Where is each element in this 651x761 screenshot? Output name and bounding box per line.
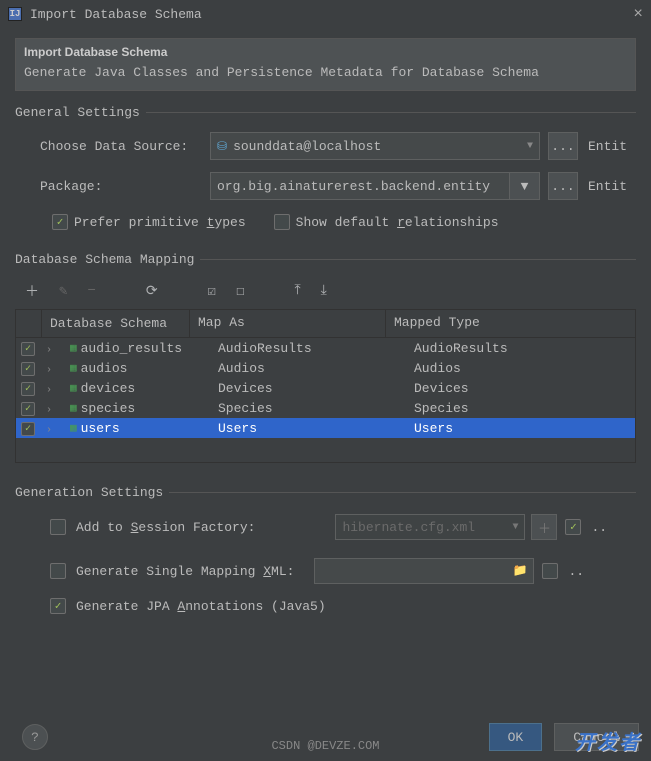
section-general: General Settings [15, 105, 651, 120]
checkbox-icon [274, 214, 290, 230]
expand-icon[interactable]: › [46, 345, 52, 356]
map-as-cell[interactable]: Users [214, 421, 410, 436]
expand-icon[interactable]: › [46, 425, 52, 436]
row-single-xml: Generate Single Mapping XML: 📁 .. [50, 558, 651, 584]
row-checkbox[interactable] [21, 362, 35, 376]
schema-name: users [81, 421, 120, 436]
table-row[interactable]: › ▦ species SpeciesSpecies [16, 398, 635, 418]
package-combo[interactable]: org.big.ainaturerest.backend.entity [210, 172, 510, 200]
title-bar: IJ Import Database Schema × [0, 0, 651, 28]
entity-label-1: Entit [588, 139, 627, 154]
table-row[interactable]: › ▦ audios AudiosAudios [16, 358, 635, 378]
package-dropdown-button[interactable]: ▼ [510, 172, 540, 200]
schema-name: species [81, 401, 136, 416]
schema-name: audios [81, 361, 128, 376]
remove-button[interactable]: − [87, 283, 95, 299]
edit-button[interactable]: ✎ [59, 283, 67, 300]
map-as-cell[interactable]: Species [214, 401, 410, 416]
chevron-down-icon: ▼ [527, 141, 533, 152]
col-database-schema[interactable]: Database Schema [42, 310, 190, 337]
expand-icon[interactable]: › [46, 365, 52, 376]
folder-icon[interactable]: 📁 [513, 563, 528, 578]
session-factory-combo[interactable]: hibernate.cfg.xml▼ [335, 514, 525, 540]
collapse-all-button[interactable]: ⤓ [321, 283, 327, 299]
schema-name: audio_results [81, 341, 182, 356]
row-checkbox[interactable] [21, 402, 35, 416]
add-session-checkbox[interactable] [50, 519, 66, 535]
schema-table: Database Schema Map As Mapped Type › ▦ aud… [15, 309, 636, 463]
mapped-type-cell[interactable]: AudioResults [410, 341, 635, 356]
close-icon[interactable]: × [633, 5, 643, 23]
map-as-cell[interactable]: Devices [214, 381, 410, 396]
row-data-source: Choose Data Source: ⛁ sounddata@localhos… [40, 132, 651, 160]
table-header: Database Schema Map As Mapped Type [16, 310, 635, 338]
prefer-primitive-checkbox[interactable]: Prefer primitive types [52, 214, 246, 230]
dialog-title: Import Database Schema [24, 45, 627, 59]
jpa-checkbox[interactable] [50, 598, 66, 614]
deselect-all-button[interactable]: ☐ [236, 283, 244, 300]
single-xml-input[interactable]: 📁 [314, 558, 534, 584]
app-icon: IJ [8, 7, 22, 21]
single-xml-checkbox[interactable] [50, 563, 66, 579]
table-row[interactable]: › ▦ audio_results AudioResultsAudioResults [16, 338, 635, 358]
select-all-button[interactable]: ☑ [208, 283, 216, 300]
dialog-header: Import Database Schema Generate Java Cla… [15, 38, 636, 91]
table-icon: ▦ [70, 421, 77, 435]
ok-button[interactable]: OK [489, 723, 543, 751]
section-mapping: Database Schema Mapping [15, 252, 651, 267]
cancel-button[interactable]: Cancel [554, 723, 639, 751]
mapped-type-cell[interactable]: Audios [410, 361, 635, 376]
data-source-more-button[interactable]: ... [548, 132, 578, 160]
data-source-combo[interactable]: ⛁ sounddata@localhost ▼ [210, 132, 540, 160]
section-generation: Generation Settings [15, 485, 651, 500]
window-title: Import Database Schema [30, 7, 202, 22]
expand-icon[interactable]: › [46, 385, 52, 396]
col-map-as[interactable]: Map As [190, 310, 386, 337]
row-checkbox[interactable] [21, 342, 35, 356]
table-icon: ▦ [70, 341, 77, 355]
mapped-type-cell[interactable]: Species [410, 401, 635, 416]
database-icon: ⛁ [217, 139, 227, 154]
entity-label-2: Entit [588, 179, 627, 194]
dialog-footer: ? OK Cancel [0, 723, 651, 751]
row-jpa: Generate JPA Annotations (Java5) [50, 598, 651, 614]
mapped-type-cell[interactable]: Users [410, 421, 635, 436]
refresh-button[interactable]: ⟳ [146, 283, 158, 300]
table-row[interactable]: › ▦ users UsersUsers [16, 418, 635, 438]
row-checkbox[interactable] [21, 422, 35, 436]
table-icon: ▦ [70, 361, 77, 375]
row-package: Package: org.big.ainaturerest.backend.en… [40, 172, 651, 200]
add-session-plus-button[interactable]: ＋ [531, 514, 557, 540]
row-checkbox[interactable] [21, 382, 35, 396]
data-source-label: Choose Data Source: [40, 139, 210, 154]
package-label: Package: [40, 179, 210, 194]
schema-name: devices [81, 381, 136, 396]
session-right-checkbox[interactable] [565, 519, 581, 535]
col-mapped-type[interactable]: Mapped Type [386, 310, 635, 337]
xml-right-checkbox[interactable] [542, 563, 558, 579]
expand-all-button[interactable]: ⤒ [294, 283, 300, 299]
help-button[interactable]: ? [22, 724, 48, 750]
checkbox-icon [52, 214, 68, 230]
map-as-cell[interactable]: AudioResults [214, 341, 410, 356]
dialog-subtitle: Generate Java Classes and Persistence Me… [24, 65, 627, 80]
map-as-cell[interactable]: Audios [214, 361, 410, 376]
mapping-toolbar: ＋ ✎ − ⟳ ☑ ☐ ⤒ ⤓ [25, 277, 636, 305]
table-icon: ▦ [70, 401, 77, 415]
mapped-type-cell[interactable]: Devices [410, 381, 635, 396]
expand-icon[interactable]: › [46, 405, 52, 416]
show-default-relationships-checkbox[interactable]: Show default relationships [274, 214, 499, 230]
row-add-session: Add to Session Factory: hibernate.cfg.xm… [50, 514, 651, 540]
package-more-button[interactable]: ... [548, 172, 578, 200]
add-button[interactable]: ＋ [25, 281, 39, 301]
table-icon: ▦ [70, 381, 77, 395]
table-row[interactable]: › ▦ devices DevicesDevices [16, 378, 635, 398]
